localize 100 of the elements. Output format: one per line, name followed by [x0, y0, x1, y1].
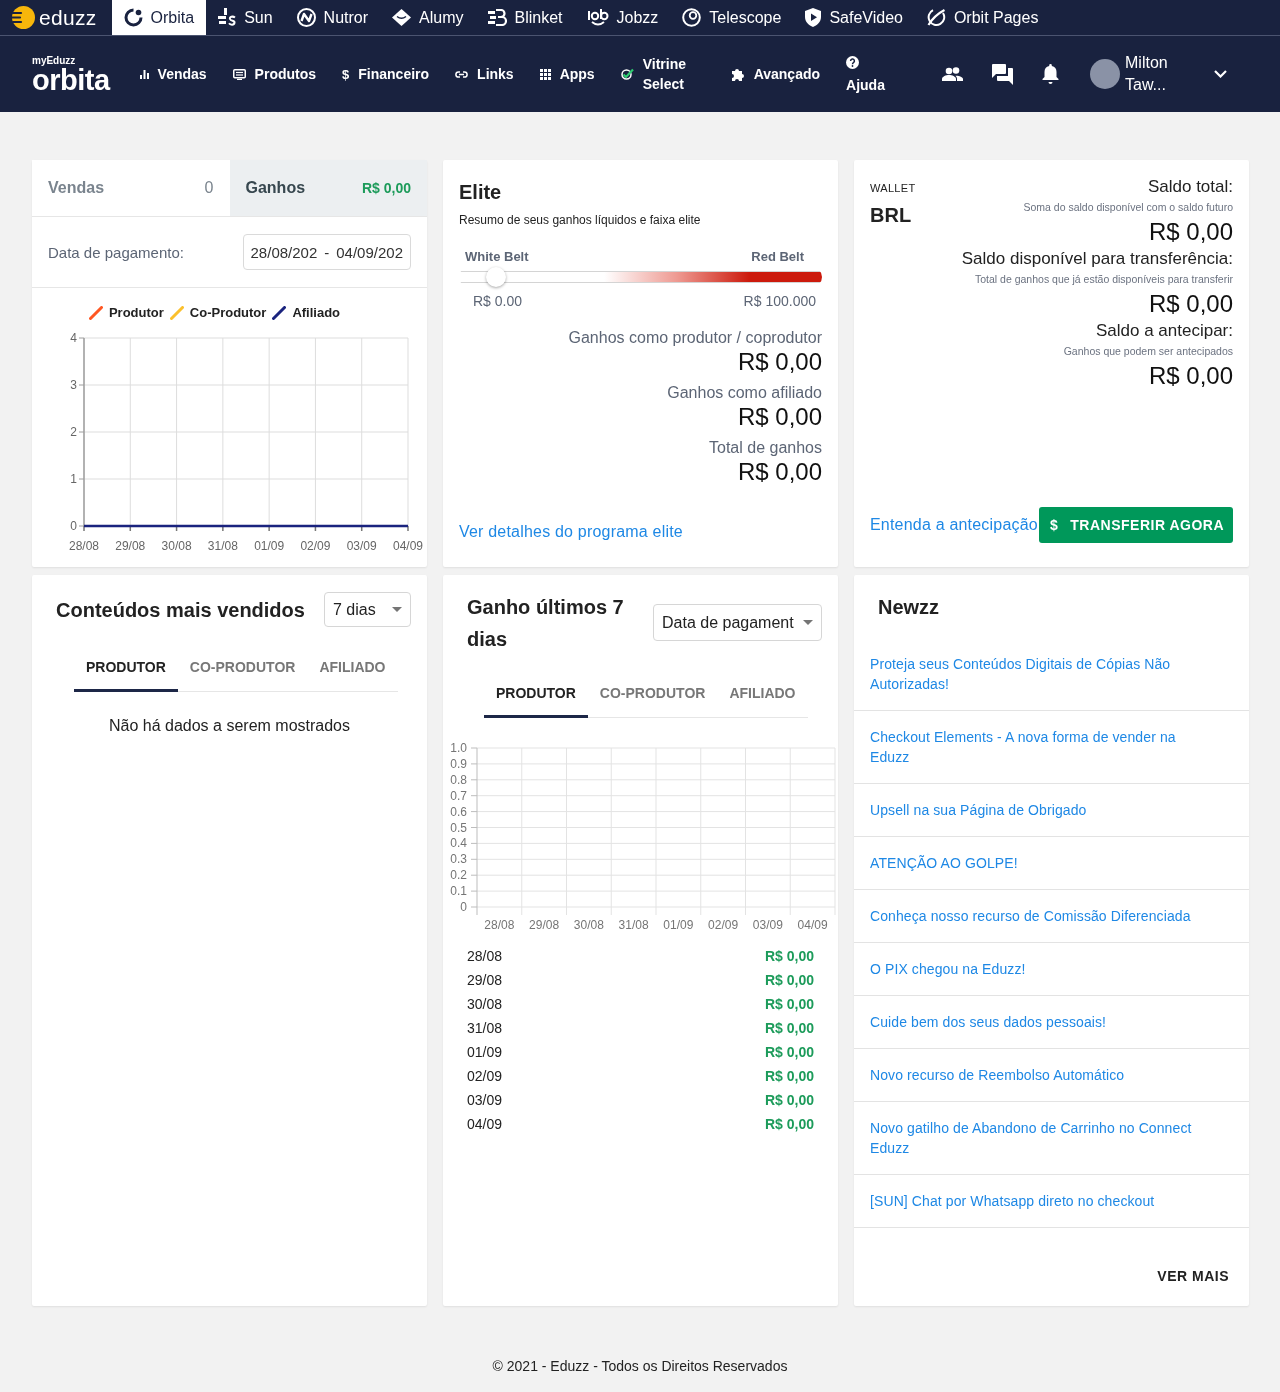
nav-item[interactable]: Produtos [232, 64, 317, 84]
news-link[interactable]: Novo recurso de Reembolso Automático [870, 1065, 1201, 1085]
link-icon [455, 70, 469, 78]
date-cell-text: 02/09 [467, 1067, 503, 1086]
legend-label: Afiliado [292, 305, 341, 320]
transfer-button[interactable]: $ TRANSFERIR AGORA [1039, 507, 1233, 543]
brand-name[interactable]: eduzz [39, 5, 97, 30]
summary-tab[interactable]: Vendas 0 [32, 160, 230, 216]
news-link[interactable]: [SUN] Chat por Whatsapp direto no checkout [870, 1191, 1201, 1211]
x-tick-label: 01/09 [663, 918, 694, 932]
see-more-button[interactable]: VER MAIS [1149, 1258, 1237, 1294]
puzzle-icon [730, 67, 745, 81]
nav-item[interactable]: Avançado [730, 64, 821, 84]
tab[interactable]: CO-PRODUTOR [587, 671, 718, 718]
diamond-icon [392, 9, 412, 26]
x-tick-label: 04/09 [393, 539, 423, 553]
summary-tab[interactable]: Ganhos R$ 0,00 [229, 160, 427, 216]
y-tick-label: 0.4 [450, 836, 467, 851]
tab[interactable]: PRODUTOR [74, 645, 178, 692]
earnings-value: R$ 0,00 [737, 403, 822, 431]
y-tick-label: 0 [460, 900, 467, 914]
wave-circle-icon [296, 8, 316, 27]
date-cell-text: 28/08 [467, 947, 503, 966]
y-tick-label: 0 [70, 519, 77, 533]
tab[interactable]: AFILIADO [307, 645, 398, 692]
lens-circle-icon [682, 8, 702, 27]
earnings-label: Ganhos como produtor / coprodutor [568, 328, 822, 348]
y-tick-label: 0.3 [450, 852, 467, 867]
news-link[interactable]: O PIX chegou na Eduzz! [870, 959, 1201, 979]
app-tab[interactable]: Sun [206, 0, 285, 35]
news-link[interactable]: Cuide bem dos seus dados pessoais! [870, 1012, 1201, 1032]
amount-cell-text: R$ 0,00 [764, 1019, 814, 1038]
app-tab[interactable]: Orbit Pages [914, 0, 1051, 35]
tab[interactable]: PRODUTOR [484, 671, 588, 718]
belt-label: Red Belt [751, 249, 804, 265]
screen-list-icon [232, 68, 246, 80]
date-range-field[interactable]: 28/08/202 - 04/09/202 [242, 234, 411, 270]
nav-item[interactable]: Vendas [139, 64, 207, 84]
nav-item[interactable]: Ajuda [846, 53, 885, 95]
x-tick-label: 02/09 [300, 539, 331, 553]
blocks-icon [218, 8, 237, 27]
amount-cell-text: R$ 0,00 [764, 947, 814, 966]
y-tick-label: 0.5 [450, 820, 467, 835]
news-link[interactable]: Proteja seus Conteúdos Digitais de Cópias Não Autorizadas! [870, 654, 1201, 694]
tab[interactable]: AFILIADO [717, 671, 808, 718]
y-tick-label: 0.2 [450, 868, 467, 883]
elite-details-link[interactable]: Ver detalhes do programa elite [459, 523, 822, 541]
logo-caption: myEduzz [32, 54, 77, 66]
chevron-down-icon [1214, 70, 1227, 78]
y-tick-label: 3 [70, 378, 77, 392]
anticipation-link[interactable]: Entenda a antecipação [870, 516, 1038, 534]
tab[interactable]: CO-PRODUTOR [177, 645, 308, 692]
grid-icon [539, 68, 551, 80]
copyright-text: © 2021 - Eduzz - Todos os Direitos Reservados [491, 1357, 789, 1376]
swirl-circle-icon [926, 8, 946, 27]
x-tick-label: 29/08 [529, 918, 560, 932]
app-tab[interactable]: Orbita [111, 0, 207, 35]
app-tab[interactable]: Nutror [284, 0, 381, 35]
bar-chart-icon [139, 69, 149, 79]
caret-icon [803, 620, 813, 625]
caret-icon [392, 607, 402, 612]
period-select[interactable]: 7 dias [324, 592, 411, 627]
empty-message: Não há dados a serem mostrados [108, 716, 351, 736]
app-tab[interactable]: Alumy [380, 0, 476, 35]
people-icon[interactable] [942, 67, 963, 81]
y-tick-label: 0.9 [450, 756, 467, 771]
y-tick-label: 0.8 [450, 772, 467, 787]
chat-bubbles-icon[interactable] [992, 63, 1013, 85]
app-tab[interactable]: SafeVideo [793, 0, 915, 35]
nav-item[interactable]: Vitrine Select [620, 54, 705, 94]
logo-wordmark[interactable]: orbita [32, 65, 110, 94]
legend-label: Produtor [108, 305, 164, 320]
nav-item[interactable]: Apps [539, 64, 595, 84]
x-tick-label: 29/08 [115, 539, 146, 553]
amount-cell-text: R$ 0,00 [764, 1115, 814, 1134]
news-link[interactable]: Checkout Elements - A nova forma de vender na Eduzz [870, 727, 1201, 767]
balance-hint: Ganhos que podem ser antecipados [1063, 344, 1233, 358]
nav-item[interactable]: $ Financeiro [342, 64, 430, 84]
x-tick-label: 04/09 [797, 918, 828, 932]
amount-cell-text: R$ 0,00 [764, 971, 814, 990]
y-tick-label: 0.1 [450, 884, 467, 899]
y-tick-label: 1.0 [450, 741, 467, 755]
date-cell-text: 03/09 [467, 1091, 503, 1110]
news-link[interactable]: Novo gatilho de Abandono de Carrinho no Connect Eduzz [870, 1118, 1201, 1158]
amount-cell-text: R$ 0,00 [764, 1091, 814, 1110]
news-link[interactable]: Conheça nosso recurso de Comissão Diferenciada [870, 906, 1201, 926]
news-link[interactable]: Upsell na sua Página de Obrigado [870, 800, 1201, 820]
y-tick-label: 2 [70, 425, 77, 439]
card-title: Newzz [877, 595, 941, 619]
app-tab[interactable]: Blinket [475, 0, 575, 35]
balance-value: R$ 0,00 [1148, 362, 1233, 390]
date-basis-select[interactable]: Data de pagament [653, 604, 822, 641]
nav-item[interactable]: Links [455, 64, 514, 84]
news-link[interactable]: ATENÇÃO AO GOLPE! [870, 853, 1201, 873]
user-menu-button[interactable]: Milton Taw... [1090, 52, 1227, 96]
date-cell-text: 29/08 [467, 971, 503, 990]
app-tab[interactable]: Jobzz [574, 0, 671, 35]
x-tick-label: 28/08 [484, 918, 515, 932]
bell-icon[interactable] [1042, 64, 1059, 84]
app-tab[interactable]: Telescope [670, 0, 794, 35]
